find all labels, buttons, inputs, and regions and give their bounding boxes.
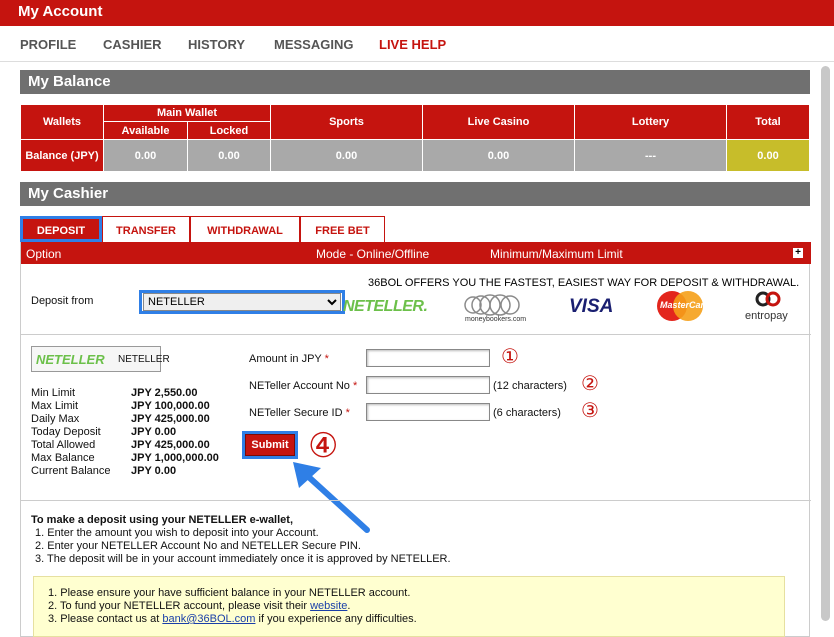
scrollbar-thumb[interactable] (821, 66, 830, 621)
marker-2: ② (581, 373, 599, 395)
main-wallet-header: Main Wallet (103, 104, 271, 122)
notice-line-3: 3. Please contact us at bank@36BOL.com i… (48, 613, 417, 625)
tab-withdrawal[interactable]: WITHDRAWAL (190, 216, 300, 242)
required-mark: * (352, 380, 358, 392)
main-nav: PROFILE CASHIER HISTORY MESSAGING LIVE H… (0, 26, 834, 62)
nav-messaging[interactable]: MESSAGING (274, 37, 353, 52)
deposit-panel: Option Mode - Online/Offline Minimum/Max… (20, 242, 811, 637)
notice-line-2: 2. To fund your NETELLER account, please… (48, 600, 351, 612)
limit-value: JPY 100,000.00 (131, 400, 210, 412)
entropay-text: entropay (745, 310, 788, 322)
expand-icon[interactable]: + (793, 248, 803, 258)
instruction-step: 1. Enter the amount you wish to deposit … (35, 527, 319, 539)
deposit-from-label: Deposit from (31, 295, 94, 307)
account-input[interactable] (366, 376, 490, 394)
pointer-arrow-icon (293, 462, 370, 533)
entropay-logo: entropay (743, 290, 793, 324)
nav-history[interactable]: HISTORY (188, 37, 245, 52)
moneybookers-rings-icon (464, 294, 520, 316)
instructions-title: To make a deposit using your NETELLER e-… (31, 514, 294, 526)
mastercard-logo: MasterCard (655, 290, 710, 322)
marker-3: ③ (581, 400, 599, 422)
total-header: Total (726, 104, 810, 140)
email-link[interactable]: bank@36BOL.com (162, 613, 255, 625)
notice-line-1: 1. Please ensure your have sufficient ba… (48, 587, 411, 599)
secure-input[interactable] (366, 403, 490, 421)
locked-header: Locked (187, 121, 271, 140)
instruction-step: 2. Enter your NETELLER Account No and NE… (35, 540, 361, 552)
mode-header: Mode - Online/Offline (316, 247, 430, 261)
secure-label: NETeller Secure ID * (249, 407, 350, 419)
sports-header: Sports (270, 104, 423, 140)
visa-logo: VISA (569, 296, 614, 317)
locked-value: 0.00 (187, 139, 271, 172)
balance-title: My Balance (20, 70, 810, 94)
lottery-value: --- (574, 139, 727, 172)
page-title: My Account (18, 3, 103, 20)
divider-2 (21, 500, 811, 501)
limit-label: Max Balance (31, 452, 95, 464)
amount-input[interactable] (366, 349, 490, 367)
limit-value: JPY 425,000.00 (131, 413, 210, 425)
nav-live-help[interactable]: LIVE HELP (379, 37, 446, 52)
divider-1 (21, 334, 811, 335)
neteller-badge-logo: NETELLER (36, 352, 105, 367)
wallets-header: Wallets (20, 104, 104, 140)
limit-label: Current Balance (31, 465, 111, 477)
sports-value: 0.00 (270, 139, 423, 172)
limit-label: Max Limit (31, 400, 79, 412)
required-mark: * (345, 407, 350, 419)
balance-table: Wallets Main Wallet Sports Live Casino L… (20, 104, 810, 172)
limit-value: JPY 2,550.00 (131, 387, 198, 399)
available-header: Available (103, 121, 188, 140)
top-bar: My Account (0, 0, 834, 26)
notice-box: 1. Please ensure your have sufficient ba… (33, 576, 785, 637)
deposit-method-select[interactable]: NETELLER (143, 293, 341, 311)
instruction-step: 3. The deposit will be in your account i… (35, 553, 451, 565)
limit-label: Min Limit (31, 387, 76, 399)
option-header: Option (26, 247, 62, 261)
required-mark: * (324, 353, 329, 365)
lottery-header: Lottery (574, 104, 727, 140)
tab-deposit[interactable]: DEPOSIT (20, 216, 102, 242)
amount-label: Amount in JPY * (249, 353, 329, 365)
live-casino-value: 0.00 (422, 139, 575, 172)
nav-cashier[interactable]: CASHIER (103, 37, 162, 52)
total-value: 0.00 (726, 139, 810, 172)
neteller-badge-label: NETELLER (118, 354, 170, 365)
limit-value: JPY 0.00 (131, 465, 177, 477)
submit-button[interactable]: Submit (245, 434, 295, 456)
tab-free-bet[interactable]: FREE BET (300, 216, 385, 242)
account-hint: (12 characters) (493, 380, 567, 392)
balance-row-label: Balance (JPY) (20, 139, 104, 172)
available-value: 0.00 (103, 139, 188, 172)
mastercard-text: MasterCard (660, 300, 710, 310)
account-label: NETeller Account No * (249, 380, 358, 392)
marker-1: ① (501, 346, 519, 368)
tab-transfer[interactable]: TRANSFER (102, 216, 190, 242)
neteller-badge: NETELLER NETELLER (31, 346, 170, 372)
limit-value: JPY 1,000,000.00 (131, 452, 219, 464)
limit-value: JPY 0.00 (131, 426, 177, 438)
limit-label: Total Allowed (31, 439, 96, 451)
limit-header: Minimum/Maximum Limit (490, 247, 623, 261)
limit-label: Today Deposit (31, 426, 101, 438)
nav-profile[interactable]: PROFILE (20, 37, 76, 52)
limit-label: Daily Max (31, 413, 80, 425)
panel-header: Option Mode - Online/Offline Minimum/Max… (21, 242, 811, 264)
moneybookers-text: moneybookers.com (465, 316, 527, 323)
neteller-logo: NETELLER. (343, 298, 428, 315)
entropay-link-icon (755, 291, 781, 307)
limit-value: JPY 425,000.00 (131, 439, 210, 451)
website-link[interactable]: website (310, 600, 347, 612)
moneybookers-logo: moneybookers.com (461, 294, 527, 324)
secure-hint: (6 characters) (493, 407, 561, 419)
live-casino-header: Live Casino (422, 104, 575, 140)
offer-text: 36BOL OFFERS YOU THE FASTEST, EASIEST WA… (368, 277, 800, 289)
cashier-title: My Cashier (20, 182, 810, 206)
